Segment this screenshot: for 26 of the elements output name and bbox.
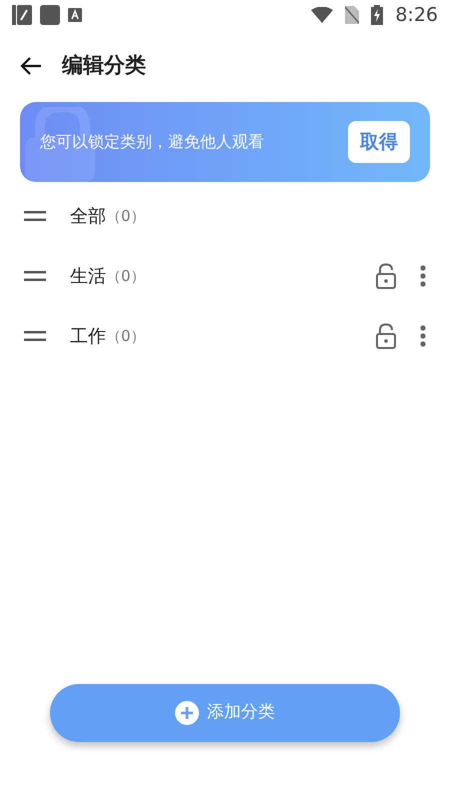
status-time: 8:26 — [395, 2, 438, 28]
drag-handle-icon[interactable] — [24, 211, 46, 221]
battery-charging-icon — [371, 5, 384, 25]
wifi-icon — [311, 7, 334, 23]
unlocked-padlock-icon[interactable] — [376, 323, 396, 349]
category-count: （0） — [106, 326, 146, 347]
more-options-icon[interactable] — [420, 325, 426, 347]
category-name: 全部 — [70, 204, 106, 228]
no-sim-icon — [345, 6, 360, 24]
drag-handle-icon[interactable] — [24, 331, 46, 341]
font-icon — [68, 8, 82, 22]
category-name: 生活 — [70, 264, 106, 288]
unlocked-padlock-icon[interactable] — [376, 263, 396, 289]
page-title: 编辑分类 — [62, 52, 146, 80]
get-button[interactable]: 取得 — [348, 121, 410, 163]
banner-message: 您可以锁定类别，避免他人观看 — [40, 131, 264, 153]
category-count: （0） — [106, 206, 146, 227]
category-name: 工作 — [70, 324, 106, 348]
back-arrow-icon[interactable] — [20, 57, 42, 75]
plus-circle-icon — [175, 701, 199, 725]
more-options-icon[interactable] — [420, 265, 426, 287]
note-icon — [12, 5, 32, 25]
category-count: （0） — [106, 266, 146, 287]
drag-handle-icon[interactable] — [24, 271, 46, 281]
add-category-button[interactable]: 添加分类 — [50, 684, 400, 742]
app-icon — [40, 5, 60, 25]
